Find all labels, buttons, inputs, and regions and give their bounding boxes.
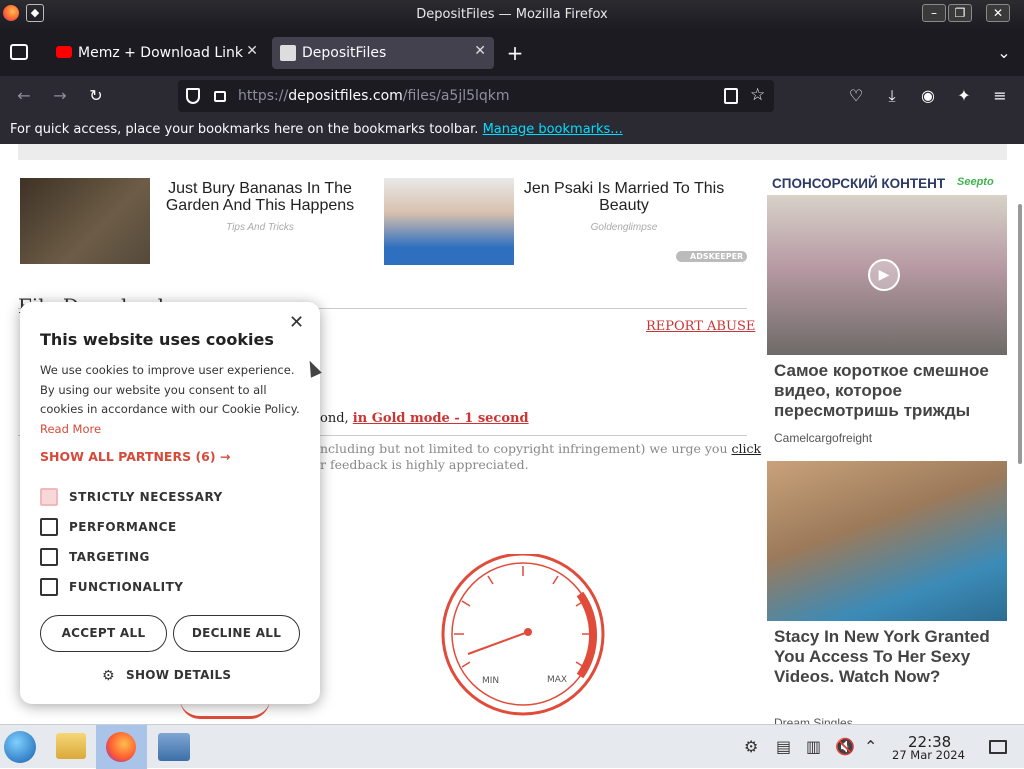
speed-gauge: MIN MAX xyxy=(441,554,605,716)
performance-checkbox[interactable] xyxy=(40,518,58,536)
start-menu-icon[interactable] xyxy=(4,731,36,763)
ad-image-bananas[interactable] xyxy=(20,178,150,264)
back-icon[interactable]: ← xyxy=(12,84,36,108)
account-icon[interactable]: ◉ xyxy=(916,84,940,108)
bookmarks-hint: For quick access, place your bookmarks h… xyxy=(10,122,479,137)
list-all-tabs-icon[interactable]: ⌄ xyxy=(992,41,1016,65)
terminal-app-icon[interactable] xyxy=(158,733,190,761)
bookmarks-toolbar: For quick access, place your bookmarks h… xyxy=(0,116,1024,144)
gauge-min-label: MIN xyxy=(482,676,499,686)
notice-click-link[interactable]: click xyxy=(732,441,762,456)
adskeeper-logo[interactable]: ADSKEEPER xyxy=(676,251,748,262)
ad-image-psaki[interactable] xyxy=(384,178,514,265)
close-window-button[interactable]: ✕ xyxy=(986,4,1010,22)
reload-icon[interactable]: ↻ xyxy=(84,84,108,108)
accept-all-button[interactable]: ACCEPT ALL xyxy=(40,615,167,652)
battery-icon[interactable]: ▥ xyxy=(806,737,821,756)
url-text[interactable]: https://depositfiles.com/files/a5jl5lqkm xyxy=(238,88,510,104)
targeting-checkbox[interactable] xyxy=(40,548,58,566)
youtube-icon xyxy=(56,46,72,58)
gear-icon: ⚙ xyxy=(102,668,115,684)
app-menu-icon[interactable]: ≡ xyxy=(988,84,1012,108)
functionality-label: FUNCTIONALITY xyxy=(69,580,184,594)
show-hidden-icons-chevron-icon[interactable]: ⌃ xyxy=(864,737,877,756)
performance-label: PERFORMANCE xyxy=(69,520,177,534)
window-title: DepositFiles — Mozilla Firefox xyxy=(416,7,608,22)
tab-memz-label: Memz + Download Link - xyxy=(78,45,250,61)
targeting-label: TARGETING xyxy=(69,550,150,564)
show-all-partners-link[interactable]: SHOW ALL PARTNERS (6) → xyxy=(40,449,230,464)
show-desktop-icon[interactable] xyxy=(989,740,1007,754)
gold-mode-link[interactable]: in Gold mode - 1 second xyxy=(353,411,529,426)
show-details-button[interactable]: SHOW DETAILS xyxy=(126,668,231,682)
manage-bookmarks-link[interactable]: Manage bookmarks... xyxy=(483,122,623,137)
file-manager-icon[interactable] xyxy=(56,733,86,759)
ad-source-bananas: Tips And Tricks xyxy=(226,222,294,233)
decline-all-button[interactable]: DECLINE ALL xyxy=(173,615,300,652)
gold-mode-text: ond, in Gold mode - 1 second xyxy=(320,411,529,426)
tab-list-icon[interactable] xyxy=(10,44,28,60)
firefox-taskbar-icon xyxy=(106,732,136,762)
side-ad-image-stacy[interactable] xyxy=(767,461,1007,621)
tab-depositfiles[interactable]: DepositFiles ✕ xyxy=(272,37,494,69)
lock-icon[interactable] xyxy=(214,91,226,102)
minimize-button[interactable]: – xyxy=(922,4,946,22)
sponsor-brand-logo[interactable]: Seepto xyxy=(957,176,994,188)
tab-close-icon[interactable]: ✕ xyxy=(474,43,486,59)
taskbar: ⚙ ▤ ▥ 🔇 ⌃ 22:38 27 Mar 2024 xyxy=(0,724,1024,769)
url-bar[interactable]: https://depositfiles.com/files/a5jl5lqkm… xyxy=(178,80,774,112)
window-titlebar: ◆ DepositFiles — Mozilla Firefox – ❐ ✕ xyxy=(0,0,1024,30)
side-ad-video-thumbnail[interactable]: ▶ xyxy=(767,195,1007,355)
tab-memz[interactable]: Memz + Download Link - ✕ xyxy=(48,37,266,69)
top-banner xyxy=(18,144,1007,160)
tracking-shield-icon[interactable] xyxy=(186,88,200,104)
new-tab-icon[interactable]: + xyxy=(503,41,527,65)
maximize-button[interactable]: ❐ xyxy=(948,4,972,22)
side-ad-source-video: Camelcargofreight xyxy=(774,431,873,445)
clipboard-icon[interactable]: ▤ xyxy=(776,737,791,756)
side-ad-title-video[interactable]: Самое короткое смешное видео, которое пе… xyxy=(774,361,1004,421)
report-abuse-link[interactable]: REPORT ABUSE xyxy=(646,319,755,334)
cookie-close-button[interactable]: ✕ xyxy=(289,312,304,333)
volume-muted-icon[interactable]: 🔇 xyxy=(835,737,855,756)
ad-source-psaki: Goldenglimpse xyxy=(590,222,658,233)
play-icon[interactable]: ▶ xyxy=(868,259,900,291)
side-ad-title-stacy[interactable]: Stacy In New York Granted You Access To … xyxy=(774,627,1004,687)
reader-view-icon[interactable] xyxy=(724,88,738,104)
tab-close-icon[interactable]: ✕ xyxy=(246,43,258,59)
page-scrollbar[interactable] xyxy=(1018,204,1022,464)
depositfiles-favicon-icon xyxy=(280,45,296,61)
firefox-taskbar-button[interactable] xyxy=(96,725,147,769)
tab-strip: Memz + Download Link - ✕ DepositFiles ✕ … xyxy=(0,30,1024,76)
ad-title-psaki[interactable]: Jen Psaki Is Married To This Beauty xyxy=(515,180,733,214)
navigation-bar: ← → ↻ https://depositfiles.com/files/a5j… xyxy=(0,76,1024,116)
bookmark-star-icon[interactable]: ☆ xyxy=(750,85,765,105)
functionality-checkbox[interactable] xyxy=(40,578,58,596)
forward-icon[interactable]: → xyxy=(48,84,72,108)
side-ad-source-stacy: Dream Singles xyxy=(774,716,853,724)
downloads-icon[interactable]: ⤓ xyxy=(880,84,904,108)
notifications-icon[interactable]: ⚙ xyxy=(744,737,758,756)
strictly-necessary-label: STRICTLY NECESSARY xyxy=(69,490,223,504)
notice-line-1: ncluding but not limited to copyright in… xyxy=(320,441,762,456)
cookie-read-more-link[interactable]: Read More xyxy=(40,422,101,436)
ad-title-bananas[interactable]: Just Bury Bananas In The Garden And This… xyxy=(155,180,365,214)
notice-line-2: r feedback is highly appreciated. xyxy=(320,457,529,472)
cookie-consent-dialog: ✕ This website uses cookies We use cooki… xyxy=(20,302,320,704)
gauge-max-label: MAX xyxy=(547,675,567,685)
pocket-icon[interactable]: ♡ xyxy=(844,84,868,108)
extensions-icon[interactable]: ✦ xyxy=(952,84,976,108)
clock-date[interactable]: 27 Mar 2024 xyxy=(892,748,965,762)
cookie-title: This website uses cookies xyxy=(40,330,274,349)
sponsor-label: СПОНСОРСКИЙ КОНТЕНТ xyxy=(772,176,946,191)
tab-depositfiles-label: DepositFiles xyxy=(302,45,387,61)
cookie-body: We use cookies to improve user experienc… xyxy=(40,363,300,436)
strictly-necessary-checkbox[interactable] xyxy=(40,488,58,506)
